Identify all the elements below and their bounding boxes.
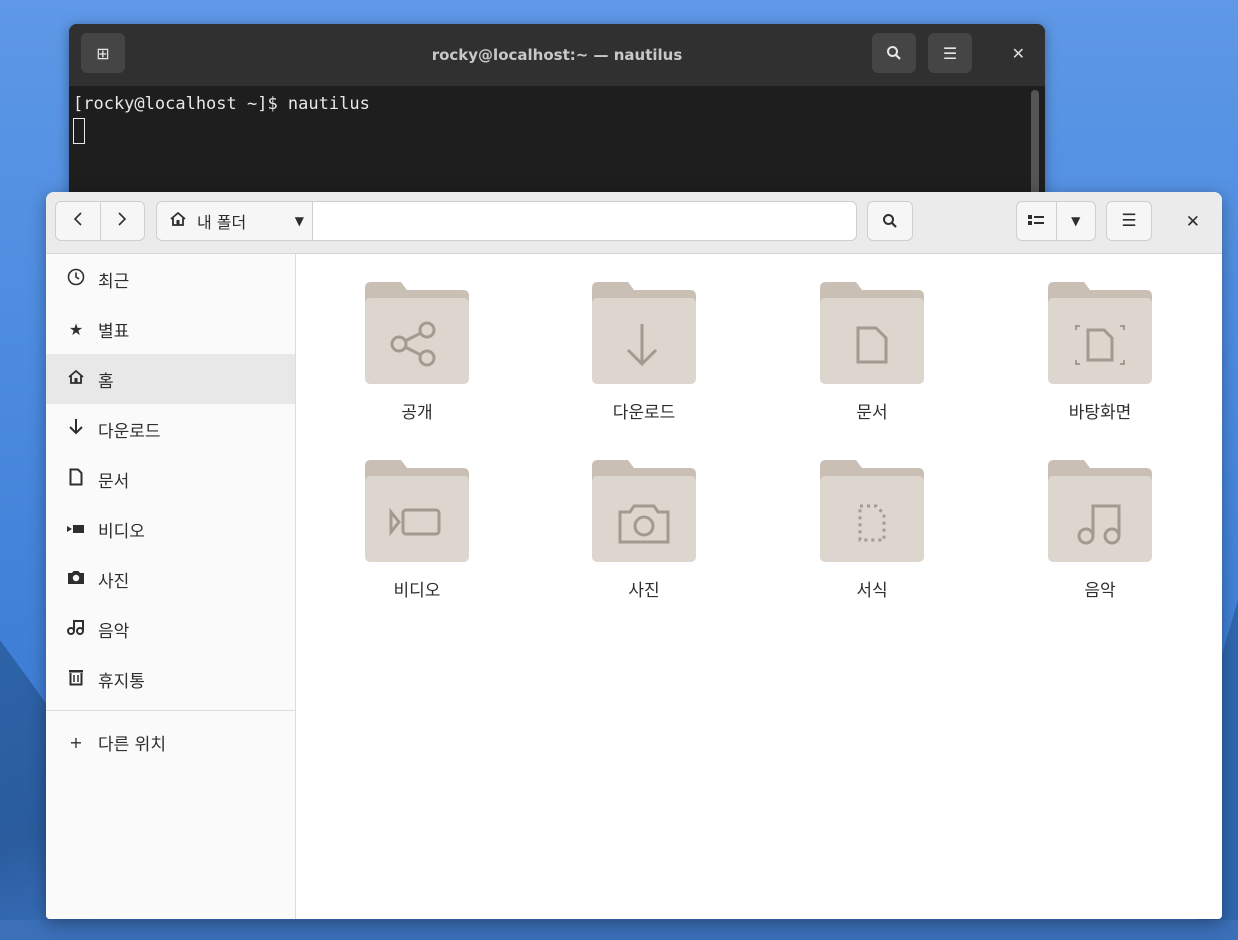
plus-icon: + [69, 732, 83, 752]
sidebar-item-label: 음악 [98, 621, 130, 642]
sidebar-item-pictures[interactable]: 사진 [46, 554, 295, 604]
text-cursor [73, 118, 85, 144]
sidebar-item-recent[interactable]: 최근 [46, 254, 295, 304]
list-view-button[interactable] [1017, 214, 1056, 229]
video-icon [66, 520, 86, 539]
path-label: 내 폴더 [197, 213, 247, 232]
sidebar: 최근 ★ 별표 홈 다운로드 문서 비디오 사진 음악 휴지통 + 다른 위치 [46, 254, 296, 919]
folder-music-icon [1048, 460, 1152, 562]
view-list-icon [1028, 214, 1045, 225]
folder-camera-icon [592, 460, 696, 562]
search-icon [883, 214, 897, 228]
sidebar-item-music[interactable]: 음악 [46, 604, 295, 654]
document-icon [66, 468, 86, 490]
close-icon: ✕ [1011, 44, 1025, 63]
dropdown-arrow-icon: ▼ [1071, 214, 1081, 228]
sidebar-item-label: 비디오 [98, 521, 145, 542]
sidebar-item-downloads[interactable]: 다운로드 [46, 404, 295, 454]
dropdown-arrow-icon[interactable]: ▼ [295, 214, 304, 228]
folder-template-icon [820, 460, 924, 562]
sidebar-item-label: 다운로드 [98, 421, 161, 442]
terminal-output[interactable]: [rocky@localhost ~]$ nautilus [69, 86, 1045, 157]
folder-label: 바탕화면 [1068, 403, 1132, 423]
back-button[interactable] [56, 211, 100, 231]
terminal-menu-button[interactable]: ☰ [928, 33, 972, 73]
folder-item-music[interactable]: 음악 [1020, 458, 1180, 601]
sidebar-item-label: 사진 [98, 571, 130, 592]
sidebar-divider [46, 710, 295, 711]
hamburger-icon: ☰ [942, 43, 958, 63]
sidebar-item-label: 문서 [98, 471, 130, 492]
chevron-left-icon [73, 212, 82, 226]
sidebar-item-label: 홈 [98, 371, 114, 392]
folder-label: 공개 [401, 403, 433, 423]
camera-icon [66, 569, 86, 589]
sidebar-item-trash[interactable]: 휴지통 [46, 654, 295, 704]
music-icon [66, 619, 86, 639]
chevron-right-icon [118, 212, 127, 226]
download-icon [66, 418, 86, 440]
sidebar-item-starred[interactable]: ★ 별표 [46, 304, 295, 354]
folder-item-videos[interactable]: 비디오 [337, 458, 497, 601]
navigation-buttons[interactable] [55, 201, 145, 241]
home-icon [66, 369, 86, 389]
folder-label: 다운로드 [612, 403, 676, 423]
hamburger-icon: ☰ [1121, 211, 1137, 231]
sidebar-item-videos[interactable]: 비디오 [46, 504, 295, 554]
folder-label: 비디오 [393, 581, 441, 601]
sidebar-item-other-locations[interactable]: + 다른 위치 [46, 717, 295, 767]
folder-label: 서식 [856, 581, 888, 601]
folder-item-templates[interactable]: 서식 [792, 458, 952, 601]
folder-item-public[interactable]: 공개 [337, 280, 497, 423]
search-icon [887, 46, 901, 60]
folder-item-documents[interactable]: 문서 [792, 280, 952, 423]
view-options-button[interactable]: ▼ [1057, 214, 1096, 228]
trash-icon [66, 668, 86, 690]
folder-video-icon [365, 460, 469, 562]
folder-view[interactable]: 공개 다운로드 문서 바탕화면 비디오 사진 서식 음악 [296, 254, 1222, 919]
file-manager-headerbar[interactable]: 내 폴더 ▼ ▼ ☰ ✕ [46, 192, 1222, 254]
file-manager-window[interactable]: 내 폴더 ▼ ▼ ☰ ✕ 최근 ★ 별표 홈 다운로드 문서 비디오 사진 음악… [46, 192, 1222, 919]
terminal-headerbar[interactable]: ⊞ rocky@localhost:~ — nautilus ☰ ✕ [69, 24, 1045, 86]
folder-desktop-icon [1048, 282, 1152, 384]
file-manager-close-button[interactable]: ✕ [1186, 212, 1200, 232]
sidebar-item-home[interactable]: 홈 [46, 354, 295, 404]
sidebar-item-label: 휴지통 [98, 671, 145, 692]
folder-item-downloads[interactable]: 다운로드 [564, 280, 724, 423]
main-menu-button[interactable]: ☰ [1106, 201, 1152, 241]
forward-button[interactable] [101, 211, 145, 231]
clock-icon [66, 268, 86, 290]
folder-share-icon [365, 282, 469, 384]
close-icon: ✕ [1185, 212, 1200, 232]
location-bar[interactable] [313, 201, 857, 241]
folder-download-icon [592, 282, 696, 384]
folder-item-desktop[interactable]: 바탕화면 [1020, 280, 1180, 423]
view-mode-buttons[interactable]: ▼ [1016, 201, 1096, 241]
desktop-bottom [0, 920, 1238, 940]
sidebar-item-label: 다른 위치 [98, 734, 166, 755]
sidebar-item-label: 별표 [98, 321, 130, 342]
folder-label: 사진 [628, 581, 660, 601]
path-button-home[interactable]: 내 폴더 ▼ [156, 201, 313, 241]
terminal-search-button[interactable] [872, 33, 916, 73]
folder-label: 음악 [1084, 581, 1116, 601]
folder-label: 문서 [856, 403, 888, 423]
star-icon: ★ [68, 319, 84, 339]
prompt-line: [rocky@localhost ~]$ nautilus [73, 94, 370, 114]
home-icon [169, 211, 187, 231]
terminal-close-button[interactable]: ✕ [1012, 44, 1025, 63]
folder-item-pictures[interactable]: 사진 [564, 458, 724, 601]
sidebar-item-label: 최근 [98, 271, 130, 292]
sidebar-item-documents[interactable]: 문서 [46, 454, 295, 504]
search-button[interactable] [867, 201, 913, 241]
folder-document-icon [820, 282, 924, 384]
